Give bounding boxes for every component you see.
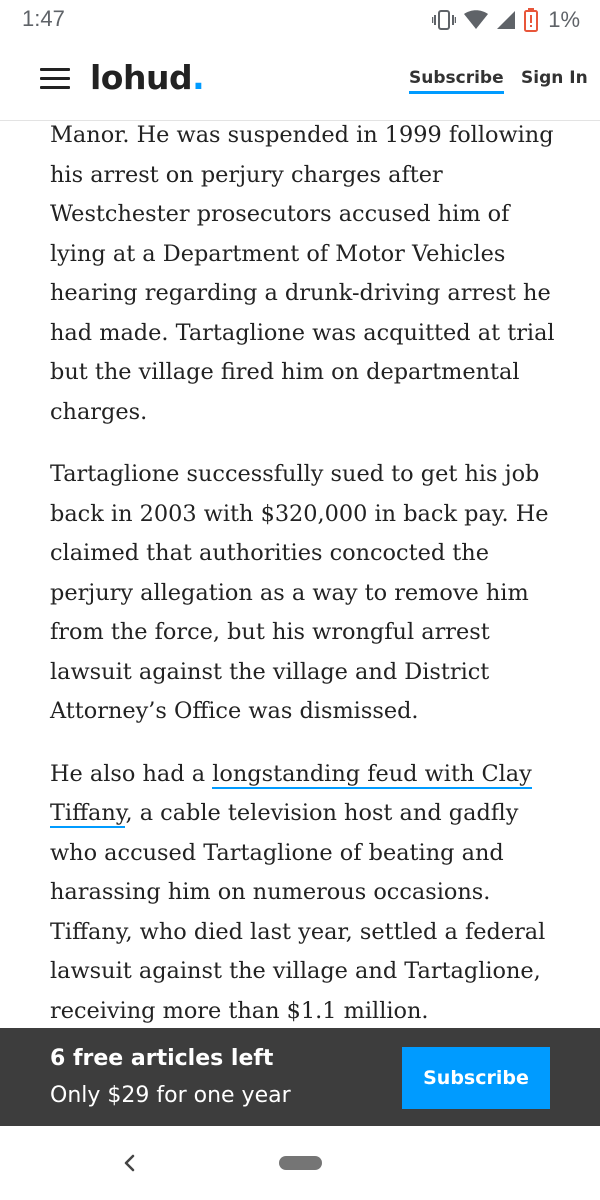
article-paragraph: Manor. He was suspended in 1999 followin… xyxy=(50,122,555,425)
logo-dot: . xyxy=(192,58,205,97)
free-articles-count: 6 free articles left xyxy=(50,1046,274,1071)
menu-icon[interactable] xyxy=(40,66,70,92)
battery-low-icon xyxy=(524,8,539,32)
header-signin-link[interactable]: Sign In xyxy=(521,68,588,88)
offer-price: Only $29 for one year xyxy=(50,1083,291,1108)
status-icons: 1% xyxy=(432,6,580,34)
article-body: Manor. He was suspended in 1999 followin… xyxy=(50,121,560,1031)
paywall-subscribe-button[interactable]: Subscribe xyxy=(402,1047,550,1109)
signal-icon xyxy=(496,10,516,30)
paragraph-text: He also had a xyxy=(50,760,213,787)
site-header: lohud. Subscribe Sign In xyxy=(0,40,600,121)
site-logo[interactable]: lohud. xyxy=(90,56,205,100)
vibrate-icon xyxy=(432,9,457,31)
system-nav-bar xyxy=(0,1126,600,1200)
header-subscribe-link[interactable]: Subscribe xyxy=(409,68,504,94)
article-paragraph: He also had a longstanding feud with Cla… xyxy=(50,755,560,1032)
status-bar: 1:47 1% xyxy=(0,0,600,40)
status-time: 1:47 xyxy=(22,6,65,31)
battery-percent: 1% xyxy=(548,7,580,32)
paragraph-text: , a cable television host and gadfly who… xyxy=(50,800,546,1024)
paywall-banner: 6 free articles left Only $29 for one ye… xyxy=(0,1028,600,1126)
article-paragraph: Tartaglione successfully sued to get his… xyxy=(50,461,549,724)
home-pill-icon[interactable] xyxy=(279,1156,322,1170)
wifi-icon xyxy=(464,10,489,30)
back-icon[interactable] xyxy=(120,1152,140,1174)
logo-text: lohud xyxy=(90,58,193,97)
